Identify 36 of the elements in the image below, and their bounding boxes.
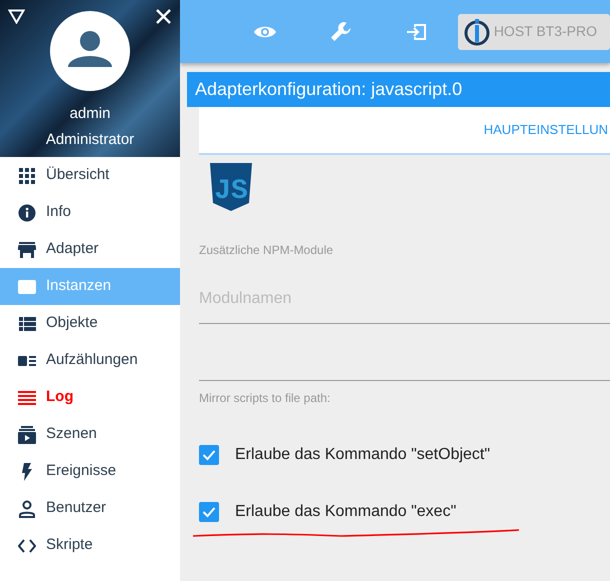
card-icon — [18, 278, 36, 296]
js-logo: JS — [209, 163, 253, 211]
sidebar-item[interactable]: Benutzer — [0, 490, 180, 527]
check-icon — [202, 506, 216, 518]
play-stack-icon — [18, 426, 36, 444]
field-label: Zusätzliche NPM-Module — [199, 242, 334, 259]
dialog-title: Adapterkonfiguration: javascript.0 — [187, 72, 610, 107]
user-name: admin — [70, 105, 110, 123]
sidebar-item[interactable]: Übersicht — [0, 157, 180, 194]
code-icon — [18, 536, 36, 554]
close-icon[interactable] — [156, 9, 171, 24]
list-icon — [18, 314, 36, 332]
field-label: Mirror scripts to file path: — [199, 390, 332, 407]
sidebar-item[interactable]: Ereignisse — [0, 453, 180, 490]
user-role: Administrator — [46, 131, 134, 149]
sidebar-item[interactable]: Log — [0, 379, 180, 416]
sidebar-item[interactable]: Aufzählungen — [0, 342, 180, 379]
storefront-icon — [18, 240, 36, 258]
info-icon — [18, 204, 36, 222]
sidebar-item[interactable]: Skripte — [0, 527, 180, 564]
triangle-icon[interactable] — [8, 9, 25, 24]
sidebar-item[interactable]: Adapter — [0, 231, 180, 268]
logo-icon — [464, 18, 490, 46]
checkbox-label: Erlaube das Kommando "exec" — [235, 502, 456, 522]
lines-icon — [18, 388, 36, 406]
user-icon — [18, 500, 36, 518]
checkbox-label: Erlaube das Kommando "setObject" — [235, 445, 490, 465]
sidebar-item[interactable]: Info — [0, 194, 180, 231]
sidebar-item[interactable]: Szenen — [0, 416, 180, 453]
checkbox[interactable] — [199, 445, 219, 465]
checkbox[interactable] — [199, 502, 219, 522]
wrench-icon[interactable] — [330, 20, 352, 42]
sidebar-item[interactable]: Objekte — [0, 305, 180, 342]
login-icon[interactable] — [406, 22, 428, 42]
grid-icon — [18, 166, 36, 184]
check-icon — [202, 449, 216, 461]
